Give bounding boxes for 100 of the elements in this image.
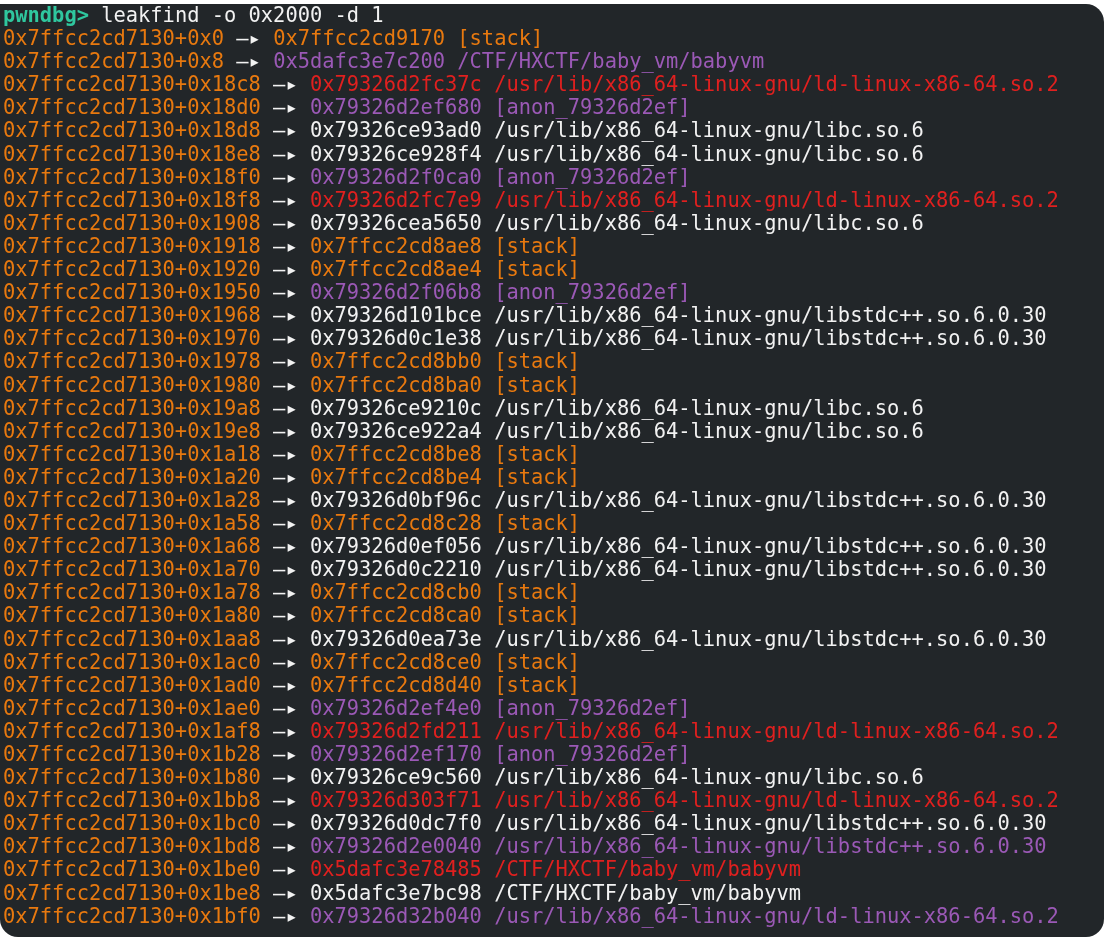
arrow-glyph: —▸ — [273, 119, 298, 143]
source-address: 0x7ffcc2cd7130+0x1bc0 — [3, 812, 261, 836]
mapping-path: /usr/lib/x86_64-linux-gnu/libstdc++.so.6.0.30 — [494, 627, 1047, 651]
mapping-path: /CTF/HXCTF/baby_vm/babyvm — [457, 50, 765, 74]
pointer-value: 0x79326d303f71 — [309, 789, 482, 813]
arrow-glyph: —▸ — [273, 835, 298, 859]
pointer-value: 0x79326d2ef4e0 — [309, 696, 482, 720]
mapping-path: [stack] — [494, 581, 581, 605]
source-address: 0x7ffcc2cd7130+0x1bb8 — [3, 789, 261, 813]
source-address: 0x7ffcc2cd7130+0x1a58 — [3, 512, 261, 536]
source-address: 0x7ffcc2cd7130+0x1ae0 — [3, 696, 261, 720]
command-text: leakfind -o 0x2000 -d 1 — [101, 4, 384, 28]
source-address: 0x7ffcc2cd7130+0x1920 — [3, 258, 261, 282]
pointer-value: 0x79326d32b040 — [309, 904, 482, 928]
pointer-value: 0x7ffcc2cd8be8 — [309, 442, 482, 466]
pointer-value: 0x79326cea5650 — [309, 211, 482, 235]
mapping-path: /usr/lib/x86_64-linux-gnu/libstdc++.so.6.0.30 — [494, 304, 1047, 328]
mapping-path: /usr/lib/x86_64-linux-gnu/ld-linux-x86-64.so.2 — [494, 719, 1059, 743]
pointer-value: 0x79326d2fd211 — [309, 719, 482, 743]
arrow-glyph: —▸ — [273, 719, 298, 743]
pointer-value: 0x79326d2ef170 — [309, 743, 482, 767]
source-address: 0x7ffcc2cd7130+0x1a20 — [3, 465, 261, 489]
mapping-path: /usr/lib/x86_64-linux-gnu/libstdc++.so.6.0.30 — [494, 558, 1047, 582]
arrow-glyph: —▸ — [273, 512, 298, 536]
mapping-path: [stack] — [494, 650, 581, 674]
mapping-path: /usr/lib/x86_64-linux-gnu/libc.so.6 — [494, 211, 924, 235]
arrow-glyph: —▸ — [236, 50, 261, 74]
mapping-path: [anon_79326d2ef] — [494, 743, 691, 767]
mapping-path: [stack] — [494, 604, 581, 628]
source-address: 0x7ffcc2cd7130+0x1a18 — [3, 442, 261, 466]
arrow-glyph: —▸ — [273, 419, 298, 443]
pointer-value: 0x7ffcc2cd8bb0 — [309, 350, 482, 374]
arrow-glyph: —▸ — [273, 858, 298, 882]
source-address: 0x7ffcc2cd7130+0x18d8 — [3, 119, 261, 143]
source-address: 0x7ffcc2cd7130+0x1aa8 — [3, 627, 261, 651]
arrow-glyph: —▸ — [273, 327, 298, 351]
arrow-glyph: —▸ — [273, 373, 298, 397]
arrow-glyph: —▸ — [273, 211, 298, 235]
mapping-path: [stack] — [494, 673, 581, 697]
source-address: 0x7ffcc2cd7130+0x1b80 — [3, 766, 261, 790]
source-address: 0x7ffcc2cd7130+0x8 — [3, 50, 224, 74]
pointer-value: 0x79326d0ea73e — [309, 627, 482, 651]
arrow-glyph: —▸ — [273, 904, 298, 928]
pointer-value: 0x7ffcc2cd8c28 — [309, 512, 482, 536]
arrow-glyph: —▸ — [273, 188, 298, 212]
mapping-path: /usr/lib/x86_64-linux-gnu/ld-linux-x86-64.so.2 — [494, 904, 1059, 928]
mapping-path: /usr/lib/x86_64-linux-gnu/ld-linux-x86-64.so.2 — [494, 73, 1059, 97]
source-address: 0x7ffcc2cd7130+0x18d0 — [3, 96, 261, 120]
pointer-value: 0x79326d0bf96c — [309, 488, 482, 513]
mapping-path: [stack] — [494, 373, 581, 397]
source-address: 0x7ffcc2cd7130+0x0 — [3, 27, 224, 51]
mapping-path: /usr/lib/x86_64-linux-gnu/libc.so.6 — [494, 396, 924, 420]
pointer-value: 0x7ffcc2cd8d40 — [309, 673, 482, 697]
arrow-glyph: —▸ — [273, 581, 298, 605]
arrow-glyph: —▸ — [273, 465, 298, 489]
pointer-value: 0x79326d0dc7f0 — [309, 812, 482, 836]
prompt-label: pwndbg> — [3, 4, 89, 28]
mapping-path: /usr/lib/x86_64-linux-gnu/libc.so.6 — [494, 119, 924, 143]
arrow-glyph: —▸ — [273, 396, 298, 420]
source-address: 0x7ffcc2cd7130+0x18f0 — [3, 165, 261, 189]
source-address: 0x7ffcc2cd7130+0x1950 — [3, 281, 261, 305]
source-address: 0x7ffcc2cd7130+0x1a70 — [3, 558, 261, 582]
mapping-path: [stack] — [457, 27, 544, 51]
pointer-value: 0x7ffcc2cd8cb0 — [309, 581, 482, 605]
source-address: 0x7ffcc2cd7130+0x1978 — [3, 350, 261, 374]
pointer-value: 0x5dafc3e78485 — [309, 858, 482, 882]
pointer-value: 0x5dafc3e7c200 — [273, 50, 445, 74]
mapping-path: [stack] — [494, 350, 581, 374]
pointer-value: 0x79326ce9210c — [309, 396, 482, 420]
mapping-path: /usr/lib/x86_64-linux-gnu/libc.so.6 — [494, 766, 924, 790]
mapping-path: /usr/lib/x86_64-linux-gnu/libstdc++.so.6.0.30 — [494, 812, 1047, 836]
arrow-glyph: —▸ — [273, 142, 298, 166]
mapping-path: [stack] — [494, 442, 581, 466]
arrow-glyph: —▸ — [273, 673, 298, 697]
arrow-glyph: —▸ — [273, 442, 298, 466]
arrow-glyph: —▸ — [273, 650, 298, 674]
source-address: 0x7ffcc2cd7130+0x18f8 — [3, 188, 261, 212]
source-address: 0x7ffcc2cd7130+0x1970 — [3, 327, 261, 351]
source-address: 0x7ffcc2cd7130+0x1ac0 — [3, 650, 261, 674]
mapping-path: [stack] — [494, 465, 581, 489]
mapping-path: [anon_79326d2ef] — [494, 696, 691, 720]
source-address: 0x7ffcc2cd7130+0x1918 — [3, 234, 261, 259]
arrow-glyph: —▸ — [273, 558, 298, 582]
pointer-value: 0x79326d2fc37c — [309, 73, 482, 97]
arrow-glyph: —▸ — [273, 73, 298, 97]
arrow-glyph: —▸ — [273, 535, 298, 559]
source-address: 0x7ffcc2cd7130+0x1b28 — [3, 743, 261, 767]
source-address: 0x7ffcc2cd7130+0x1bf0 — [3, 904, 261, 928]
pointer-value: 0x7ffcc2cd8be4 — [309, 465, 482, 489]
arrow-glyph: —▸ — [236, 27, 261, 51]
source-address: 0x7ffcc2cd7130+0x1908 — [3, 211, 261, 235]
source-address: 0x7ffcc2cd7130+0x19e8 — [3, 419, 261, 443]
source-address: 0x7ffcc2cd7130+0x18e8 — [3, 142, 261, 166]
arrow-glyph: —▸ — [273, 789, 298, 813]
source-address: 0x7ffcc2cd7130+0x1af8 — [3, 719, 261, 743]
arrow-glyph: —▸ — [273, 696, 298, 720]
pointer-value: 0x5dafc3e7bc98 — [309, 881, 482, 905]
mapping-path: /usr/lib/x86_64-linux-gnu/libc.so.6 — [494, 419, 924, 443]
mapping-path: [anon_79326d2ef] — [494, 165, 691, 189]
pointer-value: 0x79326ce93ad0 — [309, 119, 482, 143]
